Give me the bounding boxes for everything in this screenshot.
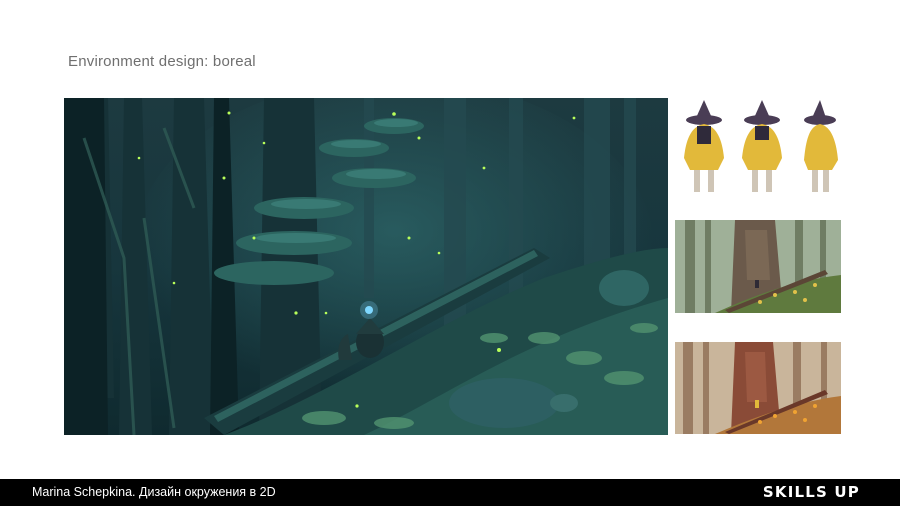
thumbnail-autumn-forest bbox=[675, 342, 841, 434]
footer-bar: Marina Schepkina. Дизайн окружения в 2D … bbox=[0, 479, 900, 506]
thumbnail-green-forest bbox=[675, 220, 841, 313]
main-illustration bbox=[64, 98, 668, 435]
slide-title: Environment design: boreal bbox=[68, 53, 256, 70]
character-sheet bbox=[674, 98, 842, 206]
skills-up-logo: SKILLS UP bbox=[762, 483, 860, 501]
author-credit: Marina Schepkina. Дизайн окружения в 2D bbox=[32, 485, 276, 499]
